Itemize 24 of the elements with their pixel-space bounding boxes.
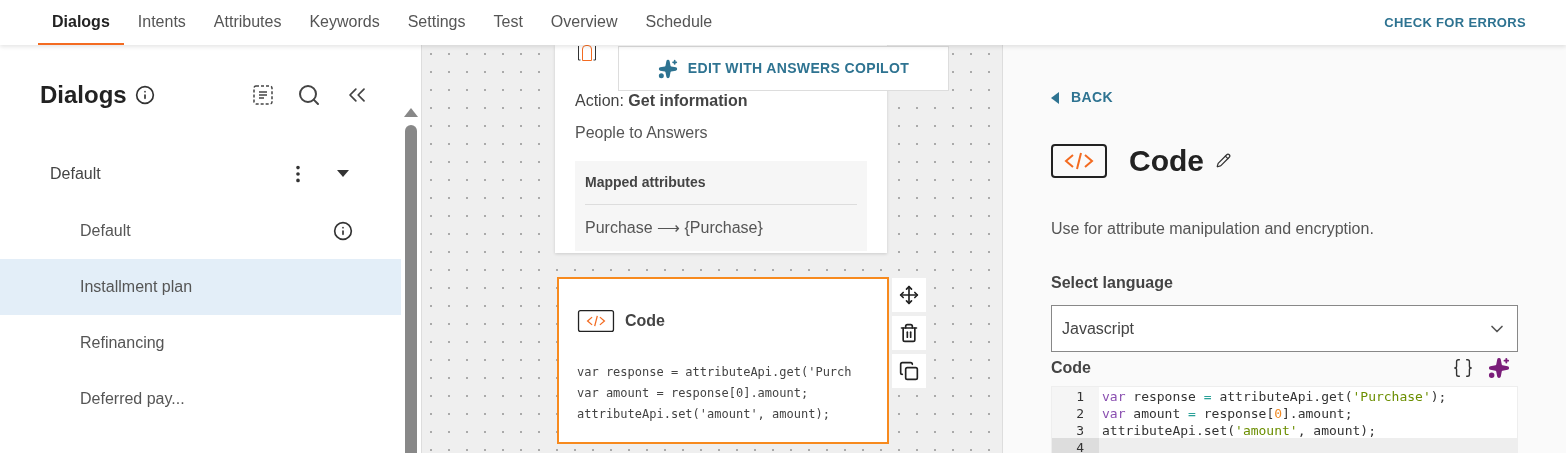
panel-description: Use for attribute manipulation and encryption.: [1051, 219, 1375, 239]
dialog-label: Installment plan: [80, 277, 193, 297]
line-number: 1: [1052, 387, 1099, 404]
code-line: attributeApi.set('amount', amount);: [577, 406, 831, 423]
code-line: var response = attributeApi.get('Purchase');: [1101, 388, 1447, 404]
language-label: Select language: [1051, 273, 1174, 293]
code-line: var amount = response[0].amount;: [1101, 405, 1353, 421]
dialog-label: Deferred pay...: [80, 389, 185, 409]
code-card-title: Code: [625, 311, 665, 331]
code-line: var response = attributeApi.get('Purch: [577, 364, 853, 381]
dialog-label: Default: [80, 221, 131, 241]
line-number: 2: [1052, 404, 1099, 421]
action-text: Action: Get information: [575, 92, 748, 109]
mapped-row-text: Purchase ⟶ {Purchase}: [585, 218, 764, 238]
code-line: attributeApi.set('amount', amount);: [1101, 422, 1376, 438]
dialog-label: Refinancing: [80, 333, 165, 353]
panel-title: Code: [1129, 143, 1204, 179]
line-number: 4: [1052, 438, 1099, 453]
action-subtitle: People to Answers: [575, 123, 709, 143]
mapped-title: Mapped attributes: [585, 161, 857, 205]
line-number: 3: [1052, 421, 1099, 438]
code-line: var amount = response[0].amount;: [577, 385, 810, 402]
sidebar-title: Dialogs: [40, 80, 127, 110]
code-label: Code: [1051, 358, 1091, 378]
